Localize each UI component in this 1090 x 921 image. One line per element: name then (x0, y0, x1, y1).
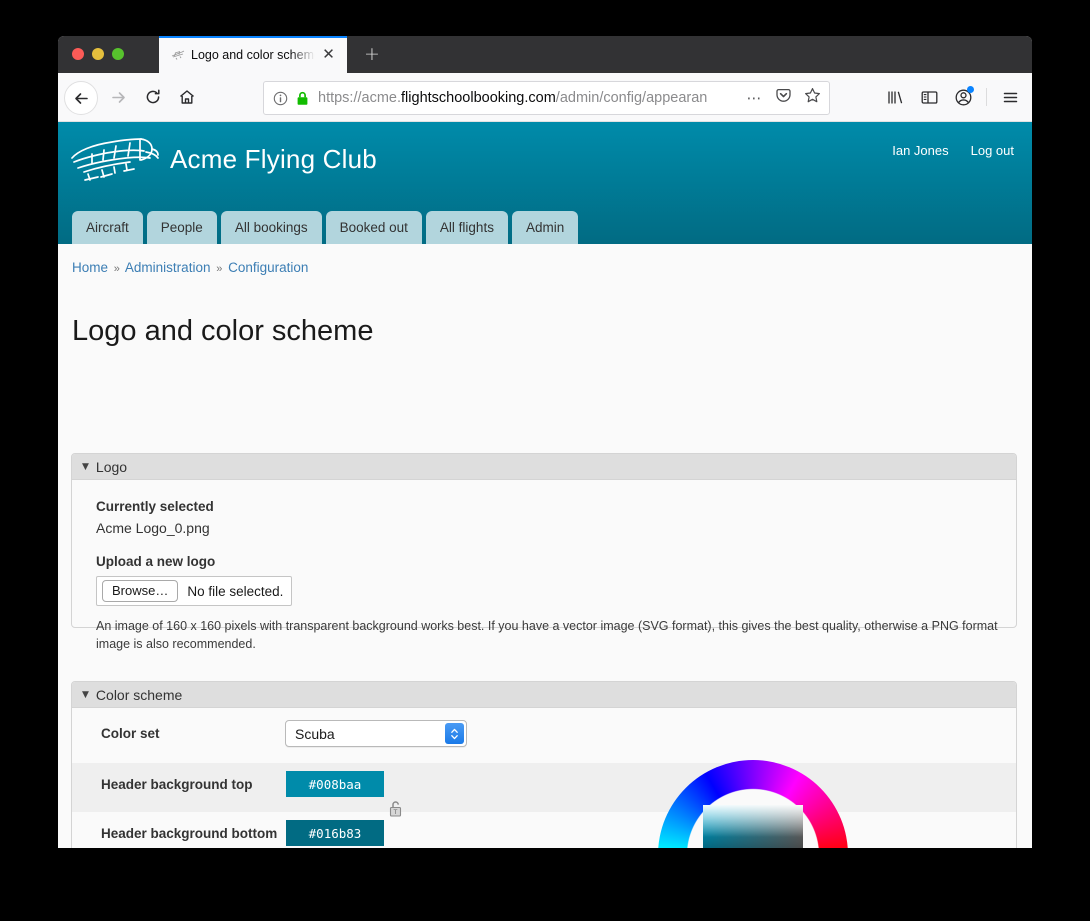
nav-tab-aircraft[interactable]: Aircraft (72, 211, 143, 244)
triangle-down-icon: ▼ (82, 689, 89, 700)
biplane-logo-icon (68, 132, 164, 190)
user-actions: Ian Jones Log out (892, 143, 1014, 158)
account-icon[interactable] (947, 81, 979, 113)
url-path: /admin/config/appearan (555, 90, 708, 106)
browser-tab-strip: Logo and color scheme | Acme ✕ + (58, 36, 1032, 73)
window-controls[interactable] (72, 48, 124, 60)
breadcrumb-separator-2: » (216, 263, 223, 275)
browser-window: Logo and color scheme | Acme ✕ + https:/… (58, 36, 1032, 848)
home-button[interactable] (172, 82, 202, 112)
url-host-bold: flightschoolbooking.com (401, 90, 556, 106)
main-navigation: Aircraft People All bookings Booked out … (72, 211, 579, 244)
hamburger-menu-icon[interactable] (994, 81, 1026, 113)
ellipsis-icon[interactable]: ⋯ (747, 91, 764, 106)
star-icon[interactable] (804, 87, 821, 109)
breadcrumb-separator-1: » (113, 263, 120, 275)
color-row-label: Header background bottom (101, 826, 278, 841)
account-notification-dot (967, 86, 974, 93)
color-scheme-fieldset-body: Color set Scuba Header background top #0… (72, 708, 1016, 848)
currently-selected-value: Acme Logo_0.png (96, 520, 210, 536)
color-set-selected-value: Scuba (295, 725, 335, 742)
reload-button[interactable] (138, 82, 168, 112)
browse-button[interactable]: Browse… (102, 580, 179, 602)
logo-help-text: An image of 160 x 160 pixels with transp… (96, 619, 998, 651)
address-bar[interactable]: https://acme.flightschoolbooking.com/adm… (263, 81, 830, 115)
new-tab-button[interactable]: + (361, 44, 383, 66)
upload-logo-label: Upload a new logo (96, 554, 216, 569)
color-row-header-background-top: Header background top #008baa T (72, 763, 1016, 817)
logo-fieldset-legend[interactable]: ▼ Logo (72, 454, 1016, 480)
nav-tab-all-bookings[interactable]: All bookings (220, 211, 322, 244)
browser-toolbar-icons (879, 73, 1026, 121)
browser-toolbar: https://acme.flightschoolbooking.com/adm… (58, 73, 1032, 122)
page-title: Logo and color scheme (72, 315, 374, 347)
url-host-prefix: acme. (361, 90, 402, 106)
chevron-updown-icon[interactable] (445, 723, 464, 744)
color-row-header-background-bottom: Header background bottom #016b83 T (72, 812, 1016, 848)
color-set-select[interactable]: Scuba (285, 720, 467, 747)
nav-tab-all-flights[interactable]: All flights (425, 211, 508, 244)
currently-selected-label: Currently selected (96, 499, 214, 514)
color-set-label: Color set (101, 726, 160, 741)
browser-tab[interactable]: Logo and color scheme | Acme ✕ (159, 36, 347, 73)
color-row-label: Header background top (101, 777, 253, 792)
toolbar-divider (986, 88, 987, 106)
no-file-selected-text: No file selected. (187, 583, 284, 599)
saturation-value-square[interactable] (703, 805, 803, 848)
user-name-link[interactable]: Ian Jones (892, 143, 948, 158)
breadcrumb-item-home[interactable]: Home (72, 260, 108, 275)
nav-tab-admin[interactable]: Admin (511, 211, 579, 244)
pocket-icon[interactable] (775, 87, 792, 109)
close-window-button[interactable] (72, 48, 84, 60)
minimize-window-button[interactable] (92, 48, 104, 60)
url-scheme: https:// (318, 90, 362, 106)
logo-file-input[interactable]: Browse… No file selected. (96, 576, 293, 606)
library-icon[interactable] (879, 81, 911, 113)
logo-fieldset: ▼ Logo Currently selected Acme Logo_0.pn… (71, 453, 1017, 651)
browser-tab-title: Logo and color scheme | Acme (191, 48, 315, 62)
breadcrumb: Home » Administration » Configuration (72, 260, 308, 275)
breadcrumb-item-administration[interactable]: Administration (125, 260, 211, 275)
maximize-window-button[interactable] (112, 48, 124, 60)
nav-tab-people[interactable]: People (146, 211, 217, 244)
padlock-secure-icon[interactable] (296, 91, 309, 106)
info-circle-icon[interactable] (273, 91, 288, 106)
color-value-swatch[interactable]: #008baa (286, 771, 384, 797)
address-bar-actions: ⋯ (747, 82, 822, 114)
color-scheme-fieldset: ▼ Color scheme Color set Scuba Header ba… (71, 681, 1017, 848)
url-text: https://acme.flightschoolbooking.com/adm… (318, 90, 738, 106)
color-wheel-picker[interactable] (658, 760, 848, 848)
color-value-swatch[interactable]: #016b83 (286, 820, 384, 846)
logout-link[interactable]: Log out (971, 143, 1014, 158)
nav-tab-booked-out[interactable]: Booked out (325, 211, 422, 244)
back-button[interactable] (64, 81, 98, 115)
forward-button[interactable] (103, 82, 133, 112)
logo-legend-label: Logo (95, 458, 128, 475)
color-set-select-wrapper: Scuba (285, 720, 467, 747)
plane-favicon-icon (171, 48, 185, 60)
saturation-value-overlay (703, 805, 803, 848)
sidebar-icon[interactable] (913, 81, 945, 113)
close-tab-icon[interactable]: ✕ (320, 46, 337, 63)
color-set-row: Color set Scuba (72, 708, 1016, 763)
active-tab-indicator (159, 36, 347, 38)
color-scheme-fieldset-legend[interactable]: ▼ Color scheme (72, 682, 1016, 708)
breadcrumb-item-configuration[interactable]: Configuration (228, 260, 308, 275)
color-scheme-legend-label: Color scheme (95, 686, 183, 703)
page-content: Acme Flying Club Ian Jones Log out Aircr… (58, 122, 1032, 848)
logo-fieldset-body: Currently selected Acme Logo_0.png Uploa… (72, 480, 1016, 653)
site-title: Acme Flying Club (170, 144, 377, 174)
triangle-down-icon: ▼ (82, 461, 89, 472)
site-header: Acme Flying Club Ian Jones Log out Aircr… (58, 122, 1032, 244)
